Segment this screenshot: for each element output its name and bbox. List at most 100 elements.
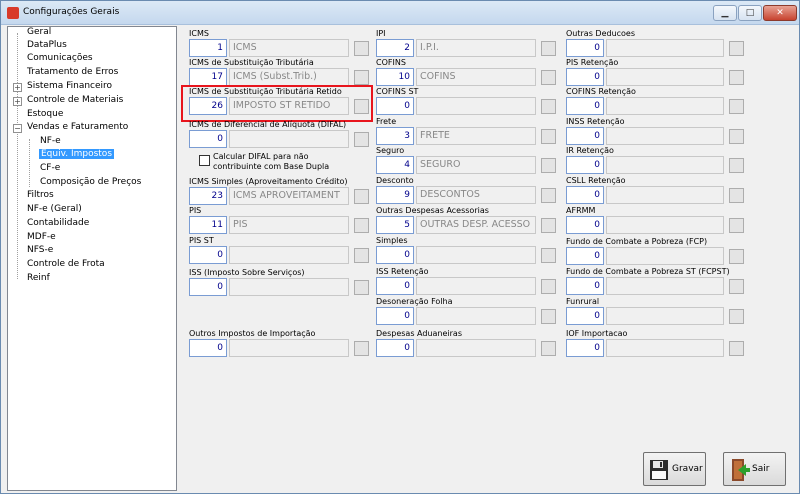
tree-item-reinf[interactable]: Reinf (27, 273, 50, 283)
deson-search-button[interactable] (541, 309, 556, 324)
outras-ded-search-button[interactable] (729, 41, 744, 56)
icms-st-code-input[interactable]: 17 (189, 68, 227, 86)
outras-desp-search-button[interactable] (541, 218, 556, 233)
cofins-ret-code-input[interactable]: 0 (566, 97, 604, 115)
exit-door-icon (732, 459, 750, 481)
inss-ret-search-button[interactable] (729, 129, 744, 144)
tree-item-nfse[interactable]: NFS-e (27, 245, 53, 255)
iss-label: ISS (Imposto Sobre Serviços) (189, 268, 305, 277)
fcp-search-button[interactable] (729, 249, 744, 264)
tree-item-composicao-precos[interactable]: Composição de Preços (40, 177, 141, 187)
collapse-icon[interactable]: − (13, 124, 22, 133)
seguro-search-button[interactable] (541, 158, 556, 173)
frete-search-button[interactable] (541, 129, 556, 144)
icms-code-input[interactable]: 1 (189, 39, 227, 57)
desconto-search-button[interactable] (541, 188, 556, 203)
fcpst-code-input[interactable]: 0 (566, 277, 604, 295)
frete-code-input[interactable]: 3 (376, 127, 414, 145)
tree-item-nfe-geral[interactable]: NF-e (Geral) (27, 204, 82, 214)
pis-ret-code-input[interactable]: 0 (566, 68, 604, 86)
ir-ret-code-input[interactable]: 0 (566, 156, 604, 174)
tree-item-equiv-impostos[interactable]: Equiv. Impostos (39, 149, 115, 159)
desp-adu-code-input[interactable]: 0 (376, 339, 414, 357)
tree-item-dataplus[interactable]: DataPlus (27, 40, 67, 50)
pis-ret-search-button[interactable] (729, 70, 744, 85)
ipi-search-button[interactable] (541, 41, 556, 56)
icms-st-retido-search-button[interactable] (354, 99, 369, 114)
tree-item-contabilidade[interactable]: Contabilidade (27, 218, 89, 228)
icms-simples-search-button[interactable] (354, 189, 369, 204)
icms-search-button[interactable] (354, 41, 369, 56)
simples-code-input[interactable]: 0 (376, 246, 414, 264)
desconto-code-input[interactable]: 9 (376, 186, 414, 204)
tree-item-filtros[interactable]: Filtros (27, 190, 54, 200)
afrmm-code-input[interactable]: 0 (566, 216, 604, 234)
seguro-desc: SEGURO (416, 156, 536, 174)
csll-ret-search-button[interactable] (729, 188, 744, 203)
pis-code-input[interactable]: 11 (189, 216, 227, 234)
minimize-button[interactable]: ▁ (713, 5, 737, 21)
difal-checkbox[interactable] (199, 155, 210, 166)
pis-st-search-button[interactable] (354, 248, 369, 263)
desp-adu-search-button[interactable] (541, 341, 556, 356)
inss-ret-desc (606, 127, 724, 145)
close-button[interactable]: ✕ (763, 5, 797, 21)
icms-st-search-button[interactable] (354, 70, 369, 85)
iss-search-button[interactable] (354, 280, 369, 295)
tree-item-vendas-faturamento[interactable]: Vendas e Faturamento (27, 122, 128, 132)
tree-item-comunicacoes[interactable]: Comunicações (27, 53, 93, 63)
fcpst-search-button[interactable] (729, 279, 744, 294)
tree-item-controle-frota[interactable]: Controle de Frota (27, 259, 105, 269)
iof-search-button[interactable] (729, 341, 744, 356)
expand-icon[interactable]: + (13, 97, 22, 106)
iss-ret-search-button[interactable] (541, 279, 556, 294)
deson-code-input[interactable]: 0 (376, 307, 414, 325)
tree-item-sistema-financeiro[interactable]: Sistema Financeiro (27, 81, 112, 91)
fcp-code-input[interactable]: 0 (566, 247, 604, 265)
cofins-st-search-button[interactable] (541, 99, 556, 114)
ipi-code-input[interactable]: 2 (376, 39, 414, 57)
tree-item-tratamento-erros[interactable]: Tratamento de Erros (27, 67, 118, 77)
difal-code-input[interactable]: 0 (189, 130, 227, 148)
cofins-st-code-input[interactable]: 0 (376, 97, 414, 115)
icms-simples-code-input[interactable]: 23 (189, 187, 227, 205)
icms-st-retido-code-input[interactable]: 26 (189, 97, 227, 115)
cofins-code-input[interactable]: 10 (376, 68, 414, 86)
icms-simples-desc: ICMS APROVEITAMENT (229, 187, 349, 205)
title-bar: Configurações Gerais ▁ □ ✕ (1, 1, 799, 25)
afrmm-search-button[interactable] (729, 218, 744, 233)
iof-desc (606, 339, 724, 357)
outros-imp-search-button[interactable] (354, 341, 369, 356)
tree-item-mdfe[interactable]: MDF-e (27, 232, 56, 242)
tree-item-controle-materiais[interactable]: Controle de Materiais (27, 95, 123, 105)
outras-ded-code-input[interactable]: 0 (566, 39, 604, 57)
seguro-code-input[interactable]: 4 (376, 156, 414, 174)
simples-search-button[interactable] (541, 248, 556, 263)
outros-imp-code-input[interactable]: 0 (189, 339, 227, 357)
tree-item-cfe[interactable]: CF-e (40, 163, 60, 173)
floppy-disk-icon (650, 460, 668, 480)
expand-icon[interactable]: + (13, 83, 22, 92)
iss-code-input[interactable]: 0 (189, 278, 227, 296)
save-button[interactable]: Gravar (643, 452, 706, 486)
settings-tree[interactable]: Geral DataPlus Comunicações Tratamento d… (7, 26, 177, 491)
funrural-code-input[interactable]: 0 (566, 307, 604, 325)
iss-ret-code-input[interactable]: 0 (376, 277, 414, 295)
inss-ret-code-input[interactable]: 0 (566, 127, 604, 145)
funrural-search-button[interactable] (729, 309, 744, 324)
exit-button[interactable]: Sair (723, 452, 786, 486)
tree-item-nfe[interactable]: NF-e (40, 136, 61, 146)
cofins-ret-search-button[interactable] (729, 99, 744, 114)
cofins-search-button[interactable] (541, 70, 556, 85)
csll-ret-code-input[interactable]: 0 (566, 186, 604, 204)
tree-item-estoque[interactable]: Estoque (27, 109, 63, 119)
tree-item-geral[interactable]: Geral (27, 27, 51, 37)
pis-st-code-input[interactable]: 0 (189, 246, 227, 264)
ir-ret-search-button[interactable] (729, 158, 744, 173)
outras-desp-code-input[interactable]: 5 (376, 216, 414, 234)
iof-code-input[interactable]: 0 (566, 339, 604, 357)
maximize-button[interactable]: □ (738, 5, 762, 21)
pis-search-button[interactable] (354, 218, 369, 233)
difal-search-button[interactable] (354, 132, 369, 147)
ir-ret-label: IR Retenção (566, 146, 614, 155)
